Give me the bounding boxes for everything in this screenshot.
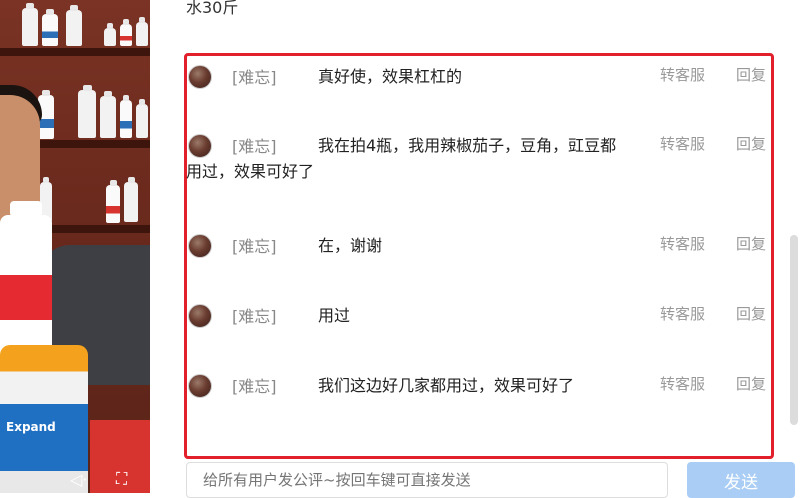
comment-username[interactable]: [难忘] [232, 303, 277, 327]
transfer-to-service-button[interactable]: 转客服 [660, 303, 705, 324]
bottle [136, 99, 148, 138]
reply-button[interactable]: 回复 [736, 373, 766, 394]
comment-item: 我们这边好几家都用过，效果可好了 [难忘] 转客服 回复 [186, 367, 776, 447]
bottle [100, 91, 116, 138]
speaker-icon[interactable]: ◁· [70, 470, 87, 489]
bottle [66, 5, 82, 46]
transfer-to-service-button[interactable]: 转客服 [660, 233, 705, 254]
bottle [106, 180, 120, 223]
product-bottle [0, 201, 52, 365]
previous-comment-fragment: 水30斤 [186, 0, 239, 17]
bottle [42, 9, 58, 46]
transfer-to-service-button[interactable]: 转客服 [660, 64, 705, 85]
comment-username[interactable]: [难忘] [232, 373, 277, 397]
comment-username[interactable]: [难忘] [232, 133, 277, 157]
comment-scrollbar[interactable] [790, 235, 798, 425]
bottle [104, 23, 116, 46]
comment-item: 用过 [难忘] 转客服 回复 [186, 297, 776, 347]
fullscreen-icon[interactable]: ⛶ [116, 469, 127, 489]
reply-button[interactable]: 回复 [736, 303, 766, 324]
bottle [120, 95, 132, 138]
comment-item: 在，谢谢 [难忘] 转客服 回复 [186, 227, 776, 277]
comment-panel: 水30斤 真好使，效果杠杠的 [难忘] 转客服 回复 我在拍4瓶，我用辣椒茄子，… [150, 0, 800, 498]
live-video-preview[interactable]: Expand ◁· ⛶ [0, 0, 150, 493]
product-label: Expand [6, 420, 56, 434]
comment-item: 真好使，效果杠杠的 [难忘] 转客服 回复 [186, 58, 776, 118]
bottle [136, 17, 148, 46]
comment-username[interactable]: [难忘] [232, 233, 277, 257]
reply-button[interactable]: 回复 [736, 64, 766, 85]
bottle [124, 177, 138, 222]
comment-username[interactable]: [难忘] [232, 64, 277, 88]
shelf-board [0, 48, 150, 56]
reply-button[interactable]: 回复 [736, 133, 766, 154]
reply-button[interactable]: 回复 [736, 233, 766, 254]
bottle [78, 85, 96, 138]
bottle [120, 19, 132, 46]
comment-item: 我在拍4瓶，我用辣椒茄子，豆角，豇豆都用过，效果可好了 [难忘] 转客服 回复 [186, 127, 776, 207]
transfer-to-service-button[interactable]: 转客服 [660, 133, 705, 154]
transfer-to-service-button[interactable]: 转客服 [660, 373, 705, 394]
bottle [22, 3, 38, 46]
video-controls: ◁· ⛶ [0, 467, 150, 493]
